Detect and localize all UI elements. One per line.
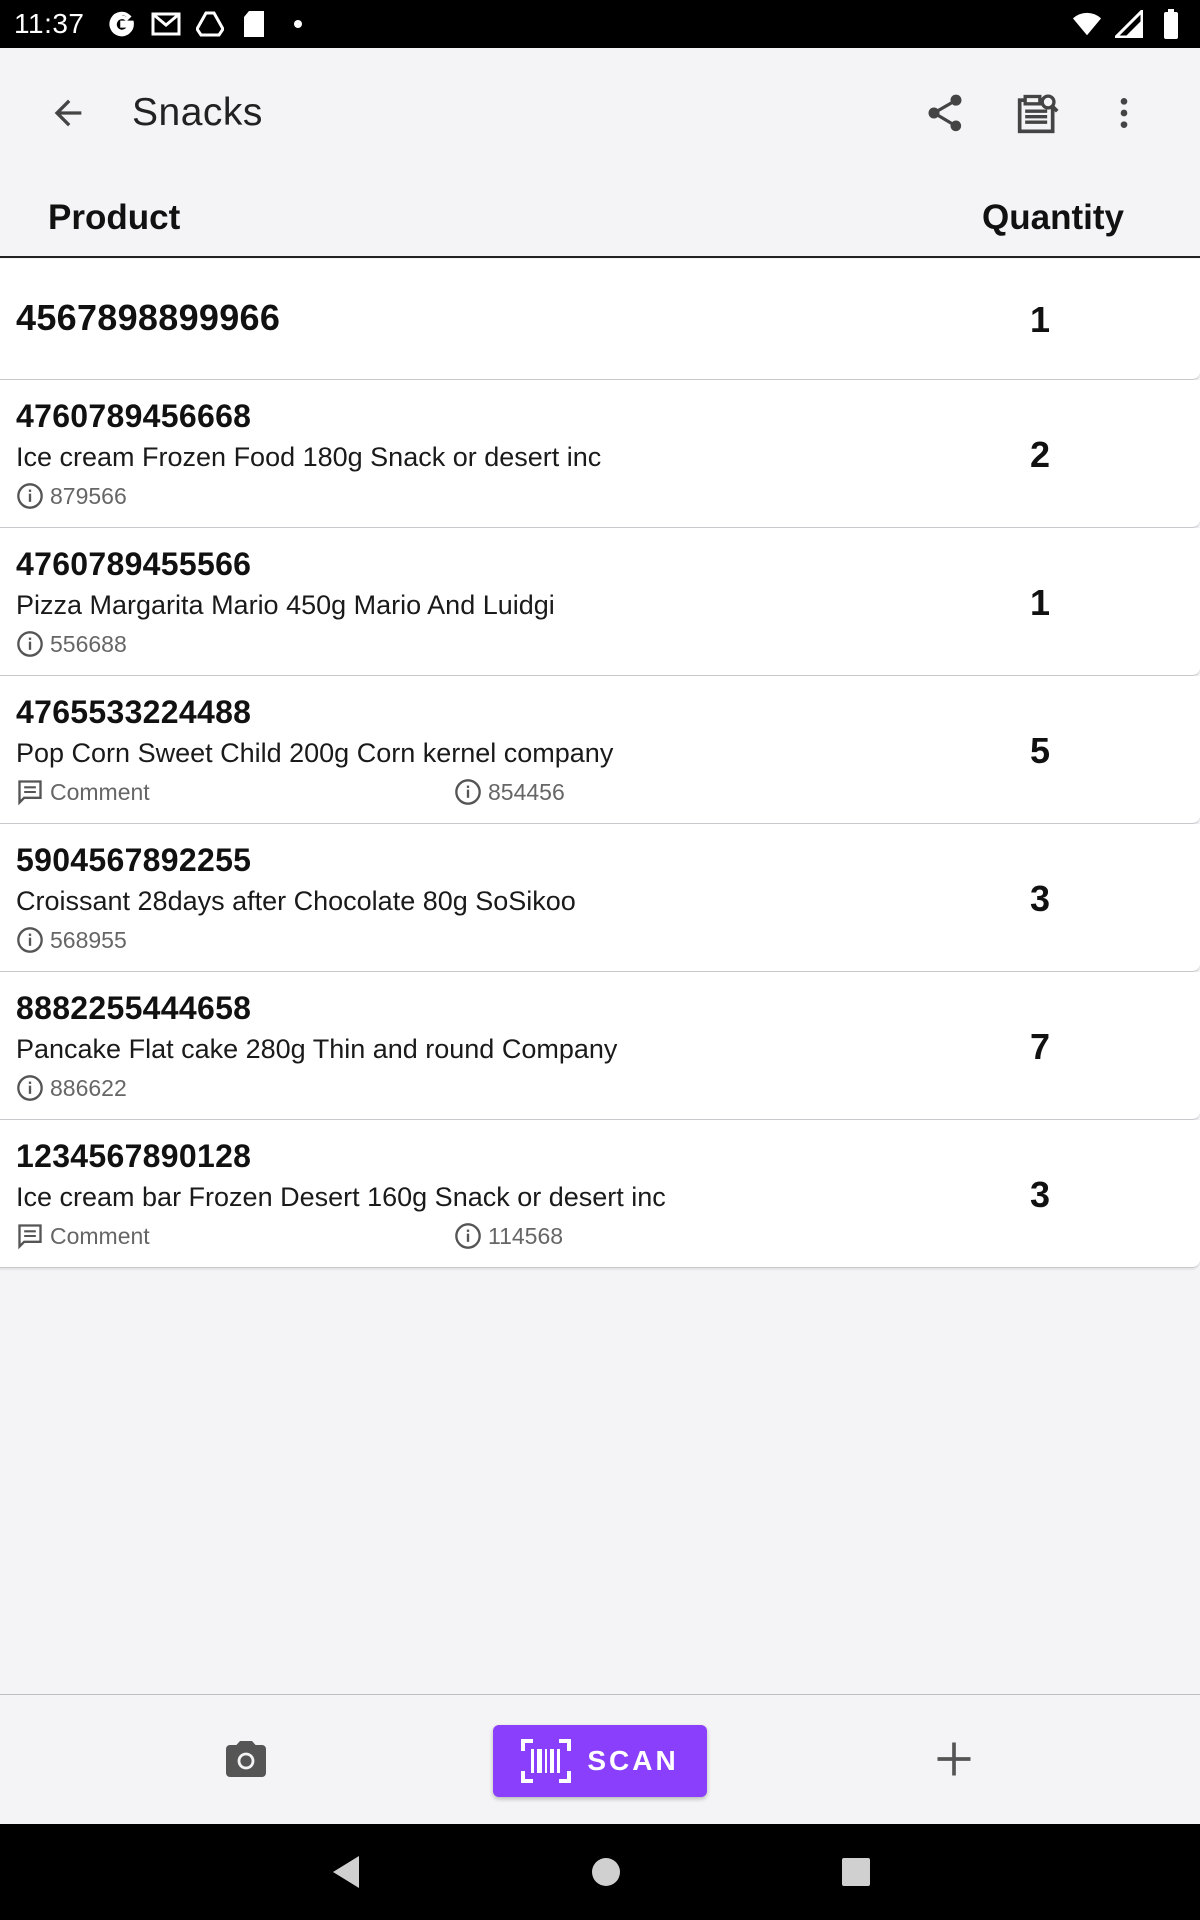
item-barcode: 1234567890128 [16, 1138, 252, 1174]
add-icon [937, 1742, 971, 1776]
wifi-icon [1072, 9, 1102, 39]
report-button[interactable] [1008, 83, 1068, 143]
sd-card-icon [239, 9, 269, 39]
item-quantity: 3 [1030, 878, 1051, 919]
item-quantity: 2 [1030, 434, 1051, 475]
system-icons [1072, 9, 1186, 39]
status-bar: 11:37 [0, 0, 1200, 48]
item-info: 556688 [16, 630, 127, 658]
system-navigation-bar [0, 1824, 1200, 1920]
back-button[interactable] [38, 83, 98, 143]
camera-icon [226, 1741, 266, 1777]
info-icon [17, 927, 43, 953]
item-name: Pizza Margarita Mario 450g Mario And Lui… [16, 590, 555, 620]
nav-home-button[interactable] [584, 1850, 628, 1894]
info-icon [17, 1075, 43, 1101]
list-item[interactable]: 4765533224488 Pop Corn Sweet Child 200g … [0, 676, 1200, 824]
item-comment-label: Comment [50, 778, 150, 805]
item-info-code: 879566 [50, 482, 127, 509]
more-vert-icon [1120, 98, 1128, 128]
drive-icon [195, 9, 225, 39]
item-info: 568955 [16, 926, 127, 954]
info-icon [455, 1223, 481, 1249]
item-barcode: 4760789455566 [16, 546, 252, 582]
list-item[interactable]: 4760789456668 Ice cream Frozen Food 180g… [0, 380, 1200, 528]
nav-home-icon [592, 1858, 620, 1886]
item-comment[interactable]: Comment [16, 1222, 150, 1250]
list-item[interactable]: 1234567890128 Ice cream bar Frozen Deser… [0, 1120, 1200, 1268]
item-comment-label: Comment [50, 1222, 150, 1249]
list-item[interactable]: 8882255444658 Pancake Flat cake 280g Thi… [0, 972, 1200, 1120]
product-column-header[interactable]: Product [48, 198, 180, 238]
info-icon [17, 631, 43, 657]
list-item[interactable]: 4567898899966 1 [0, 259, 1200, 380]
product-list: 4567898899966 1 4760789456668 Ice cream … [0, 259, 1200, 1268]
item-quantity: 3 [1030, 1174, 1051, 1215]
item-comment[interactable]: Comment [16, 778, 150, 806]
quantity-column-header[interactable]: Quantity [982, 198, 1124, 238]
more-options-button[interactable] [1094, 83, 1154, 143]
item-info-code: 854456 [488, 778, 565, 805]
barcode-scan-icon [521, 1739, 572, 1783]
item-barcode: 4760789456668 [16, 398, 252, 434]
google-icon [107, 9, 137, 39]
back-arrow-icon [54, 99, 82, 127]
gmail-icon [151, 9, 181, 39]
item-info-code: 556688 [50, 630, 127, 657]
bottom-action-bar: SCAN [0, 1694, 1200, 1824]
comment-icon [18, 780, 42, 806]
info-icon [17, 483, 43, 509]
item-quantity: 1 [1030, 582, 1051, 623]
item-info: 886622 [16, 1074, 127, 1102]
item-name: Ice cream Frozen Food 180g Snack or dese… [16, 442, 602, 472]
notification-icons [107, 9, 313, 39]
battery-icon [1156, 9, 1186, 39]
column-header: Product Quantity [0, 178, 1200, 258]
scan-button-label: SCAN [587, 1745, 679, 1776]
item-info: 854456 [454, 778, 565, 806]
scan-button[interactable]: SCAN [493, 1725, 707, 1797]
dot-icon [283, 9, 313, 39]
item-quantity: 1 [1030, 299, 1051, 340]
camera-button[interactable] [218, 1731, 274, 1787]
share-icon [928, 94, 962, 132]
item-info-code: 114568 [488, 1222, 564, 1249]
item-info-code: 568955 [50, 926, 127, 953]
item-barcode: 8882255444658 [16, 990, 252, 1026]
item-name: Croissant 28days after Chocolate 80g SoS… [16, 886, 576, 916]
report-search-icon [1017, 94, 1059, 134]
item-quantity: 5 [1030, 730, 1051, 771]
list-item[interactable]: 4760789455566 Pizza Margarita Mario 450g… [0, 528, 1200, 676]
item-info-code: 886622 [50, 1074, 127, 1101]
page-title: Snacks [132, 91, 263, 134]
item-info: 879566 [16, 482, 127, 510]
nav-back-icon [333, 1856, 359, 1888]
item-info: 114568 [454, 1222, 563, 1250]
nav-recents-icon [842, 1858, 870, 1886]
app-bar: Snacks [0, 48, 1200, 178]
nav-recents-button[interactable] [834, 1850, 878, 1894]
signal-icon [1114, 9, 1144, 39]
status-time: 11:37 [14, 8, 85, 39]
info-icon [455, 779, 481, 805]
add-item-button[interactable] [926, 1731, 982, 1787]
share-button[interactable] [915, 83, 975, 143]
comment-icon [18, 1224, 42, 1250]
item-name: Ice cream bar Frozen Desert 160g Snack o… [16, 1182, 666, 1212]
list-item[interactable]: 5904567892255 Croissant 28days after Cho… [0, 824, 1200, 972]
item-name: Pancake Flat cake 280g Thin and round Co… [16, 1034, 618, 1064]
item-barcode: 5904567892255 [16, 842, 252, 878]
item-name: Pop Corn Sweet Child 200g Corn kernel co… [16, 738, 614, 768]
item-barcode: 4567898899966 [16, 297, 281, 338]
item-barcode: 4765533224488 [16, 694, 252, 730]
item-quantity: 7 [1030, 1026, 1051, 1067]
nav-back-button[interactable] [324, 1850, 368, 1894]
